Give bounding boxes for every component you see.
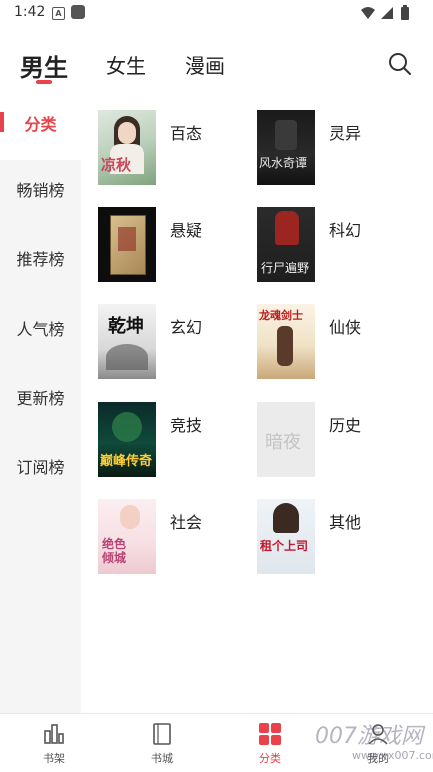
- sidebar-item-recommended[interactable]: 推荐榜: [0, 225, 81, 295]
- category-label: 灵异: [329, 124, 362, 143]
- top-tabs: 男生 女生 漫画: [0, 40, 433, 90]
- search-icon[interactable]: [386, 50, 414, 78]
- sidebar-item-category[interactable]: 分类: [0, 90, 81, 160]
- category-item[interactable]: 风水奇谭 灵异: [257, 110, 407, 186]
- category-item[interactable]: 悬疑: [98, 207, 248, 283]
- cover-title: 行尸遍野: [261, 261, 310, 275]
- category-item[interactable]: 凉秋 百态: [98, 110, 248, 186]
- book-cover: 龙魂剑士: [257, 304, 315, 379]
- category-label: 悬疑: [170, 221, 203, 240]
- book-cover: 行尸遍野: [257, 207, 315, 282]
- nav-bookstore[interactable]: 书城: [122, 714, 202, 772]
- book-cover: 绝色倾城: [98, 499, 156, 574]
- sidebar-item-popular[interactable]: 人气榜: [0, 295, 81, 365]
- book-cover: 凉秋: [98, 110, 156, 185]
- cover-title: 风水奇谭: [259, 156, 308, 170]
- category-item[interactable]: 暗夜 历史: [257, 402, 407, 478]
- sidebar-item-label: 分类: [24, 115, 57, 134]
- sidebar-item-updated[interactable]: 更新榜: [0, 364, 81, 434]
- category-label: 历史: [329, 416, 362, 435]
- bar-chart-icon: [42, 722, 66, 746]
- category-label: 玄幻: [170, 318, 203, 337]
- cover-title: 绝色倾城: [102, 537, 127, 565]
- watermark: 007游戏网: [315, 724, 423, 749]
- sidebar-item-label: 更新榜: [16, 389, 65, 408]
- category-label: 竞技: [170, 416, 203, 435]
- sidebar-item-bestseller[interactable]: 畅销榜: [0, 156, 81, 226]
- cover-title: 巅峰传奇: [100, 454, 153, 469]
- sidebar-item-subscribed[interactable]: 订阅榜: [0, 433, 81, 503]
- category-item[interactable]: 龙魂剑士 仙侠: [257, 304, 407, 380]
- category-label: 其他: [329, 513, 362, 532]
- cover-title: 暗夜: [265, 432, 301, 453]
- notification-square-icon: [71, 5, 85, 19]
- sidebar-item-label: 人气榜: [16, 320, 65, 339]
- cover-title: 乾坤: [108, 316, 144, 337]
- book-icon: [150, 722, 174, 746]
- status-icons: [359, 5, 419, 25]
- category-item[interactable]: 租个上司 其他: [257, 499, 407, 575]
- book-cover: 乾坤: [98, 304, 156, 379]
- book-cover: 风水奇谭: [257, 110, 315, 185]
- book-cover: 暗夜: [257, 402, 315, 477]
- sidebar-active-marker: [0, 112, 4, 132]
- cover-title: 龙魂剑士: [259, 309, 303, 322]
- status-bar: 1:42 A: [0, 0, 433, 26]
- nav-category[interactable]: 分类: [230, 714, 310, 772]
- category-item[interactable]: 乾坤 玄幻: [98, 304, 248, 380]
- book-cover: 巅峰传奇: [98, 402, 156, 477]
- sidebar: 分类 畅销榜 推荐榜 人气榜 更新榜 订阅榜: [0, 90, 81, 713]
- sidebar-item-label: 订阅榜: [16, 458, 65, 477]
- category-item[interactable]: 行尸遍野 科幻: [257, 207, 407, 283]
- signal-icon: [381, 7, 393, 19]
- tab-comic[interactable]: 漫画: [185, 50, 225, 79]
- wifi-icon: [361, 7, 375, 19]
- category-item[interactable]: 绝色倾城 社会: [98, 499, 248, 575]
- sidebar-item-label: 推荐榜: [16, 250, 65, 269]
- nav-label: 书城: [151, 752, 173, 765]
- status-time: 1:42: [14, 4, 46, 20]
- nav-label: 书架: [43, 752, 65, 765]
- category-item[interactable]: 巅峰传奇 竞技: [98, 402, 248, 478]
- category-label: 社会: [170, 513, 203, 532]
- cover-title: 凉秋: [101, 156, 132, 174]
- tab-male[interactable]: 男生: [20, 48, 68, 83]
- nav-bookshelf[interactable]: 书架: [14, 714, 94, 772]
- book-cover: [98, 207, 156, 282]
- notification-a-icon: A: [52, 7, 65, 20]
- nav-label: 分类: [259, 752, 281, 765]
- category-label: 仙侠: [329, 318, 362, 337]
- tab-female[interactable]: 女生: [106, 50, 146, 79]
- category-label: 科幻: [329, 221, 362, 240]
- category-label: 百态: [170, 124, 203, 143]
- active-tab-indicator: [36, 80, 52, 84]
- book-cover: 租个上司: [257, 499, 315, 574]
- grid-icon: [258, 722, 282, 746]
- cover-title: 租个上司: [260, 539, 309, 553]
- sidebar-item-label: 畅销榜: [16, 181, 65, 200]
- watermark-url: www.yx007.com: [352, 749, 433, 762]
- battery-icon: [401, 5, 409, 20]
